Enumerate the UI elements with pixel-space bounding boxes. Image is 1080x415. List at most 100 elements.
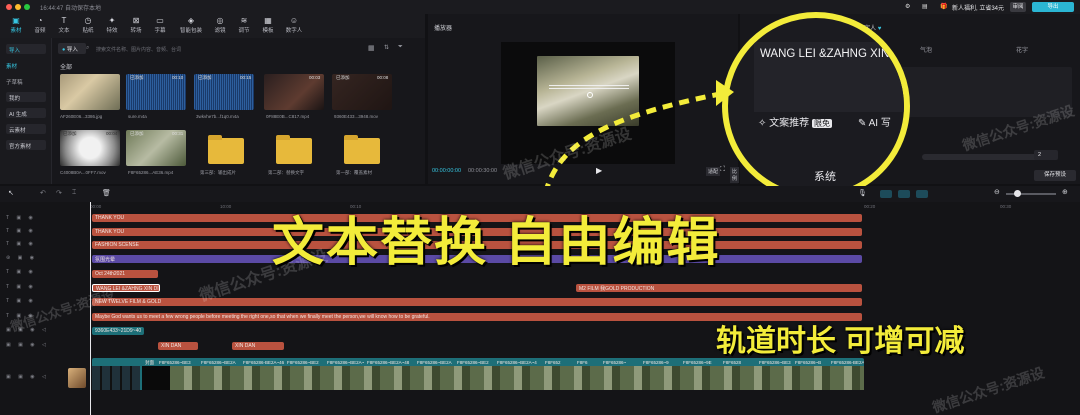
gift-icon: 🎁 <box>940 4 948 10</box>
review-button[interactable]: 审阅 <box>1010 2 1026 12</box>
video-clip-label: F8F65286~9E <box>683 360 712 365</box>
headline-overlay: 文本替换 自由编辑 <box>272 214 721 272</box>
cover-thumb[interactable] <box>68 368 86 388</box>
video-clip-label: F8F65286~BE2A <box>201 360 236 365</box>
media-thumb[interactable] <box>60 74 120 110</box>
caption-icon: ▭ <box>156 16 164 25</box>
all-label: 全部 <box>60 65 73 71</box>
media-icon: ▣ <box>12 16 20 25</box>
text-clip[interactable]: Oct 24th2021 <box>92 270 158 278</box>
nav-cloud[interactable]: 云素材 <box>6 124 46 134</box>
maximize-window-icon[interactable] <box>24 4 30 10</box>
plus-icon: ● <box>62 47 66 53</box>
video-strip <box>142 366 170 390</box>
nav-import[interactable]: 导入 <box>6 44 46 54</box>
size-slider[interactable] <box>922 154 1046 160</box>
video-clip-label: F8F6 <box>577 360 588 365</box>
tool-adjust[interactable]: ≋ 调节 <box>232 16 256 36</box>
split-icon[interactable]: ⌶ <box>72 189 76 197</box>
tool-smart-pack[interactable]: ◈ 智能包装 <box>176 16 206 36</box>
folder-icon[interactable] <box>344 135 380 164</box>
tab-fancy-text[interactable]: 花字 <box>1016 45 1028 54</box>
save-preset-button[interactable]: 保存预设 <box>1034 170 1076 181</box>
zoom-slider-knob[interactable] <box>1014 190 1021 197</box>
nav-mine[interactable]: 我的 <box>6 92 46 102</box>
close-window-icon[interactable] <box>6 4 12 10</box>
select-cursor-icon[interactable]: ↖ <box>8 189 14 197</box>
ruler-tick: 10:00 <box>220 204 232 209</box>
tool-filter[interactable]: ◎ 滤镜 <box>208 16 232 36</box>
sort-icon[interactable]: ⇅ <box>384 44 389 51</box>
export-button[interactable]: 导出 <box>1032 2 1074 12</box>
tool-media[interactable]: ▣ 素材 <box>4 16 28 36</box>
delete-icon[interactable]: 🗑 <box>102 189 111 197</box>
magnifier-circle: WANG LEI &ZAHNG XIN D ✧ 文案推荐 限免 ✎ AI 写 系… <box>722 12 910 200</box>
nav-ai-generate[interactable]: AI 生成 <box>6 108 46 118</box>
track-controls[interactable]: T ▣ ◉ <box>6 284 36 290</box>
autosave-label: 16:44:47 自动保存本地 <box>40 6 102 12</box>
search-input[interactable]: 搜索文件名称、图片内容、音频、台词 <box>92 43 292 54</box>
folder-icon[interactable] <box>208 135 244 164</box>
title-bar: 16:44:47 自动保存本地 ⚙ ▤ 🎁 新人福利, 立省34元 审阅 导出 <box>0 0 1080 14</box>
promo-label[interactable]: 新人福利, 立省34元 <box>952 3 1004 12</box>
settings-icon[interactable]: ⚙ <box>905 3 910 10</box>
video-clip-label: F8F65286~BE2A~48 <box>367 360 410 365</box>
undo-icon[interactable]: ↶ <box>40 189 46 197</box>
tool-avatar[interactable]: ☺ 数字人 <box>282 16 306 36</box>
folder-icon[interactable] <box>276 135 312 164</box>
tool-transition[interactable]: ⊠ 转场 <box>124 16 148 36</box>
video-strip <box>92 366 140 390</box>
track-controls[interactable]: T ▣ ◉ <box>6 241 36 247</box>
track-controls[interactable]: ▣ ▣ ◉ ◁ <box>6 374 49 380</box>
link-toggle[interactable] <box>898 190 910 198</box>
zoom-out-icon[interactable]: ⊖ <box>994 188 1000 196</box>
ruler-tick: 00:00 <box>90 204 102 209</box>
ai-write-button[interactable]: ✎ AI 写 <box>858 114 891 129</box>
transition-icon: ⊠ <box>132 16 140 25</box>
copy-recommend-button[interactable]: ✧ 文案推荐 限免 <box>758 114 832 129</box>
zoom-in-icon[interactable]: ⊕ <box>1062 188 1068 196</box>
video-strip <box>170 366 864 390</box>
tool-audio[interactable]: ◔ 音频 <box>28 16 52 36</box>
text-clip[interactable]: XIN DAN <box>232 342 284 350</box>
tab-bubble[interactable]: 气泡 <box>920 45 932 54</box>
nav-material[interactable]: 素材 <box>6 62 17 70</box>
tool-template[interactable]: ▦ 模板 <box>256 16 280 36</box>
text-clip[interactable]: XIN DAN <box>158 342 198 350</box>
video-clip-label: F8F65286~BE2 <box>287 360 319 365</box>
tool-text[interactable]: T 文本 <box>52 16 76 36</box>
track-controls[interactable]: T ▣ ◉ <box>6 298 36 304</box>
text-clip[interactable]: M2 FILM 我GOLD PRODUCTION <box>576 284 862 292</box>
video-clip-label: F8F65286-BE2A-46 <box>831 360 864 365</box>
preview-axis-toggle[interactable] <box>916 190 928 198</box>
main-toolbar: ▣ 素材 ◔ 音频 T 文本 ◷ 贴纸 ✦ 特效 ⊠ 转场 ▭ 字幕 ◈ 智能包装 ◎ 滤镜 ≋ 调… <box>0 14 425 38</box>
minimize-window-icon[interactable] <box>15 4 21 10</box>
track-controls[interactable]: T ▣ ◉ <box>6 215 36 221</box>
text-value[interactable]: WANG LEI &ZAHNG XIN D <box>760 48 901 60</box>
nav-subdraft[interactable]: 子草稿 <box>6 78 23 86</box>
grid-view-icon[interactable]: ▦ <box>368 44 375 52</box>
filter-icon[interactable]: ⏷ <box>398 44 403 51</box>
track-controls[interactable]: ⊛ ▣ ◉ <box>6 255 37 261</box>
tool-sticker[interactable]: ◷ 贴纸 <box>76 16 100 36</box>
track-controls[interactable]: T ▣ ◉ <box>6 228 36 234</box>
layout-icon[interactable]: ▤ <box>922 3 928 10</box>
filter-icon: ◎ <box>216 16 224 25</box>
size-stepper[interactable]: 2 <box>1034 150 1058 160</box>
ruler-tick: 00:20 <box>864 204 876 209</box>
track-controls[interactable]: ▣ ▣ ◉ ◁ <box>6 342 49 348</box>
video-clip[interactable]: 9360E433~21D9~40 <box>92 327 144 335</box>
tool-effects[interactable]: ✦ 特效 <box>100 16 124 36</box>
avatar-icon: ☺ <box>289 16 299 25</box>
microphone-icon[interactable]: 🎙 <box>858 189 867 197</box>
tool-caption[interactable]: ▭ 字幕 <box>148 16 172 36</box>
sticker-icon: ◷ <box>84 16 92 25</box>
redo-icon[interactable]: ↷ <box>56 189 62 197</box>
track-controls[interactable]: T ▣ ◉ <box>6 269 36 275</box>
font-system-label[interactable]: 系统 <box>814 168 836 184</box>
subline-overlay: 轨道时长 可增可减 <box>716 325 965 358</box>
nav-official[interactable]: 官方素材 <box>6 140 46 150</box>
magnet-toggle[interactable] <box>880 190 892 198</box>
import-button[interactable]: ● 导入 <box>58 43 86 54</box>
video-clip-label: F8F65286~BE3 <box>159 360 191 365</box>
